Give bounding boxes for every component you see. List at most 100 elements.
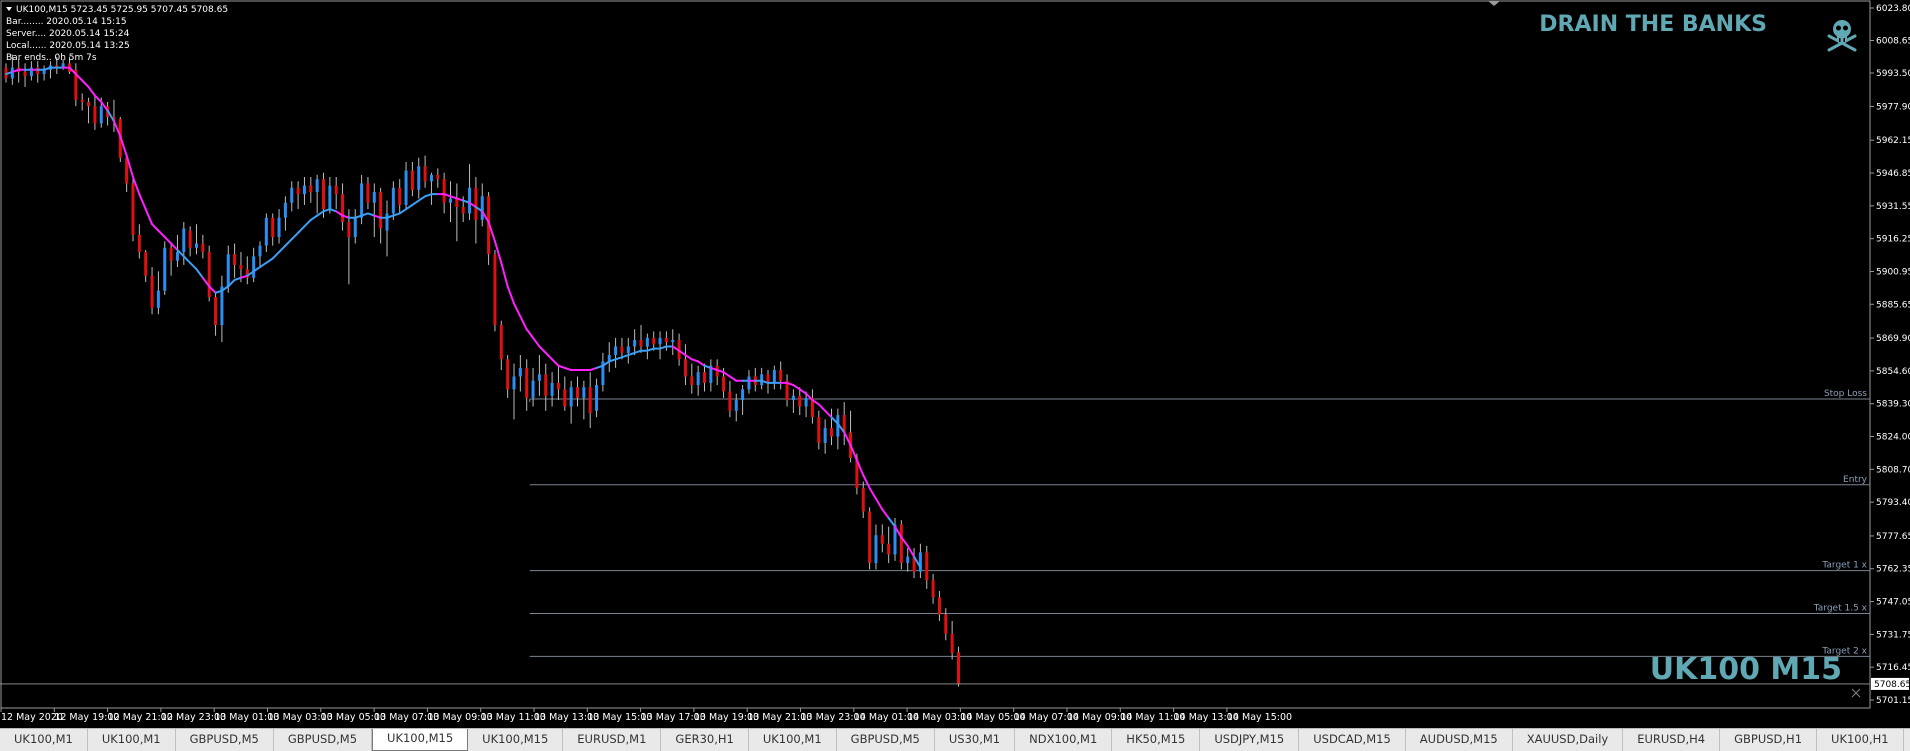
candle-body bbox=[468, 187, 472, 214]
candle-body bbox=[131, 183, 135, 235]
candle-body bbox=[791, 395, 795, 401]
candle-body bbox=[531, 380, 535, 398]
candle-body bbox=[220, 286, 224, 325]
candle-body bbox=[398, 187, 402, 205]
y-tick-label: 5962.15 bbox=[1876, 136, 1910, 146]
candle-body bbox=[696, 372, 700, 386]
info-local-time: Local...... 2020.05.14 13:25 bbox=[6, 41, 130, 51]
candle-body bbox=[614, 346, 618, 356]
candle-body bbox=[633, 340, 637, 347]
chart-tab[interactable]: UK100,M1 bbox=[0, 729, 88, 751]
y-tick-label: 5701.15 bbox=[1876, 696, 1910, 706]
candle-body bbox=[474, 187, 478, 220]
chart-tab[interactable]: UK100,M1 bbox=[1904, 729, 1910, 751]
y-tick-label: 5716.45 bbox=[1876, 663, 1910, 673]
candle bbox=[899, 520, 903, 570]
candle-body bbox=[798, 395, 802, 407]
candle-body bbox=[734, 400, 738, 411]
chart-tab[interactable]: UK100,M15 bbox=[372, 729, 469, 751]
candle-body bbox=[569, 387, 573, 407]
candle-body bbox=[626, 346, 630, 353]
candle-body bbox=[341, 194, 345, 223]
chart-tab[interactable]: GBPUSD,M5 bbox=[274, 729, 373, 751]
candle-body bbox=[195, 243, 198, 248]
level-label: Stop Loss bbox=[1824, 389, 1867, 399]
candle-body bbox=[772, 370, 776, 383]
candle bbox=[74, 63, 78, 107]
candle-body bbox=[277, 217, 281, 238]
chart-tab-bar: UK100,M1 UK100,M1 GBPUSD,M5 GBPUSD,M5 UK100,… bbox=[0, 728, 1910, 751]
chart-tab[interactable]: NDX100,M1 bbox=[1015, 729, 1113, 751]
candle-body bbox=[309, 185, 313, 193]
candle-body bbox=[144, 252, 148, 276]
candle-body bbox=[652, 337, 656, 345]
candle-body bbox=[861, 487, 865, 512]
candle bbox=[487, 192, 491, 265]
chart-tab[interactable]: GBPUSD,H1 bbox=[1720, 729, 1818, 751]
candle-body bbox=[347, 222, 351, 238]
chart-background bbox=[0, 0, 1910, 728]
y-tick-label: 5731.75 bbox=[1876, 630, 1910, 640]
candle-body bbox=[925, 552, 929, 581]
candle-body bbox=[302, 185, 306, 195]
chart-tab[interactable]: XAUUSD,Daily bbox=[1513, 729, 1624, 751]
candle-body bbox=[226, 254, 230, 287]
candle-body bbox=[372, 192, 376, 203]
y-tick-label: 5854.60 bbox=[1876, 367, 1910, 377]
candle-body bbox=[163, 247, 167, 291]
info-server-time: Server.... 2020.05.14 15:24 bbox=[6, 29, 130, 39]
chart-tab[interactable]: USDJPY,M15 bbox=[1200, 729, 1300, 751]
candle-body bbox=[442, 179, 446, 203]
candle-body bbox=[595, 385, 599, 411]
chart-tab[interactable]: AUDUSD,M15 bbox=[1406, 729, 1513, 751]
candle-body bbox=[499, 324, 503, 360]
candle-body bbox=[328, 185, 332, 210]
candle-body bbox=[868, 511, 872, 564]
chart-tab[interactable]: UK100,H1 bbox=[1817, 729, 1904, 751]
candle-body bbox=[741, 389, 745, 401]
chart-tab[interactable]: UK100,M1 bbox=[88, 729, 176, 751]
candle-body bbox=[87, 101, 91, 107]
candle-body bbox=[582, 387, 586, 398]
candle-body bbox=[214, 297, 218, 325]
chart-tab[interactable]: GER30,H1 bbox=[661, 729, 749, 751]
candle-body bbox=[817, 417, 821, 443]
candle-body bbox=[379, 192, 383, 229]
y-tick-label: 5916.25 bbox=[1876, 235, 1910, 245]
chart-tab[interactable]: EURUSD,M1 bbox=[563, 729, 662, 751]
y-tick-label: 5808.70 bbox=[1876, 465, 1910, 475]
candle-body bbox=[537, 374, 541, 381]
y-tick-label: 5747.05 bbox=[1876, 598, 1910, 608]
chart-tab[interactable]: UK100,M1 bbox=[749, 729, 837, 751]
candle-body bbox=[23, 71, 27, 77]
chart-tab[interactable]: EURUSD,H4 bbox=[1623, 729, 1721, 751]
candle-body bbox=[931, 580, 935, 598]
y-tick-label: 6023.80 bbox=[1876, 4, 1910, 14]
candle-body bbox=[315, 179, 319, 193]
candle-body bbox=[506, 359, 510, 390]
candle bbox=[207, 245, 211, 302]
candle-body bbox=[80, 99, 84, 102]
candle-body bbox=[906, 556, 910, 564]
candle-body bbox=[563, 389, 567, 407]
candle-body bbox=[156, 290, 160, 308]
y-tick-label: 5993.50 bbox=[1876, 69, 1910, 79]
chart-tab[interactable]: US30,M1 bbox=[935, 729, 1016, 751]
chart-tab[interactable]: UK100,M15 bbox=[468, 729, 564, 751]
chart-tab[interactable]: USDCAD,M15 bbox=[1299, 729, 1406, 751]
candle-body bbox=[576, 387, 579, 398]
price-chart[interactable]: Stop LossEntryTarget 1 xTarget 1.5 xTarg… bbox=[0, 0, 1910, 728]
chart-tab[interactable]: HK50,M15 bbox=[1112, 729, 1201, 751]
candle-body bbox=[620, 346, 624, 353]
candle bbox=[868, 507, 872, 570]
candle-body bbox=[639, 340, 643, 347]
chart-tab[interactable]: GBPUSD,M5 bbox=[837, 729, 935, 751]
candle-body bbox=[36, 67, 40, 75]
y-tick-label: 5931.55 bbox=[1876, 202, 1910, 212]
watermark-symbol: UK100 M15 bbox=[1650, 652, 1842, 687]
chart-tab[interactable]: GBPUSD,M5 bbox=[176, 729, 274, 751]
candle-body bbox=[201, 243, 205, 253]
candle-body bbox=[449, 198, 452, 203]
candle-body bbox=[296, 187, 300, 195]
candle-body bbox=[779, 370, 783, 381]
